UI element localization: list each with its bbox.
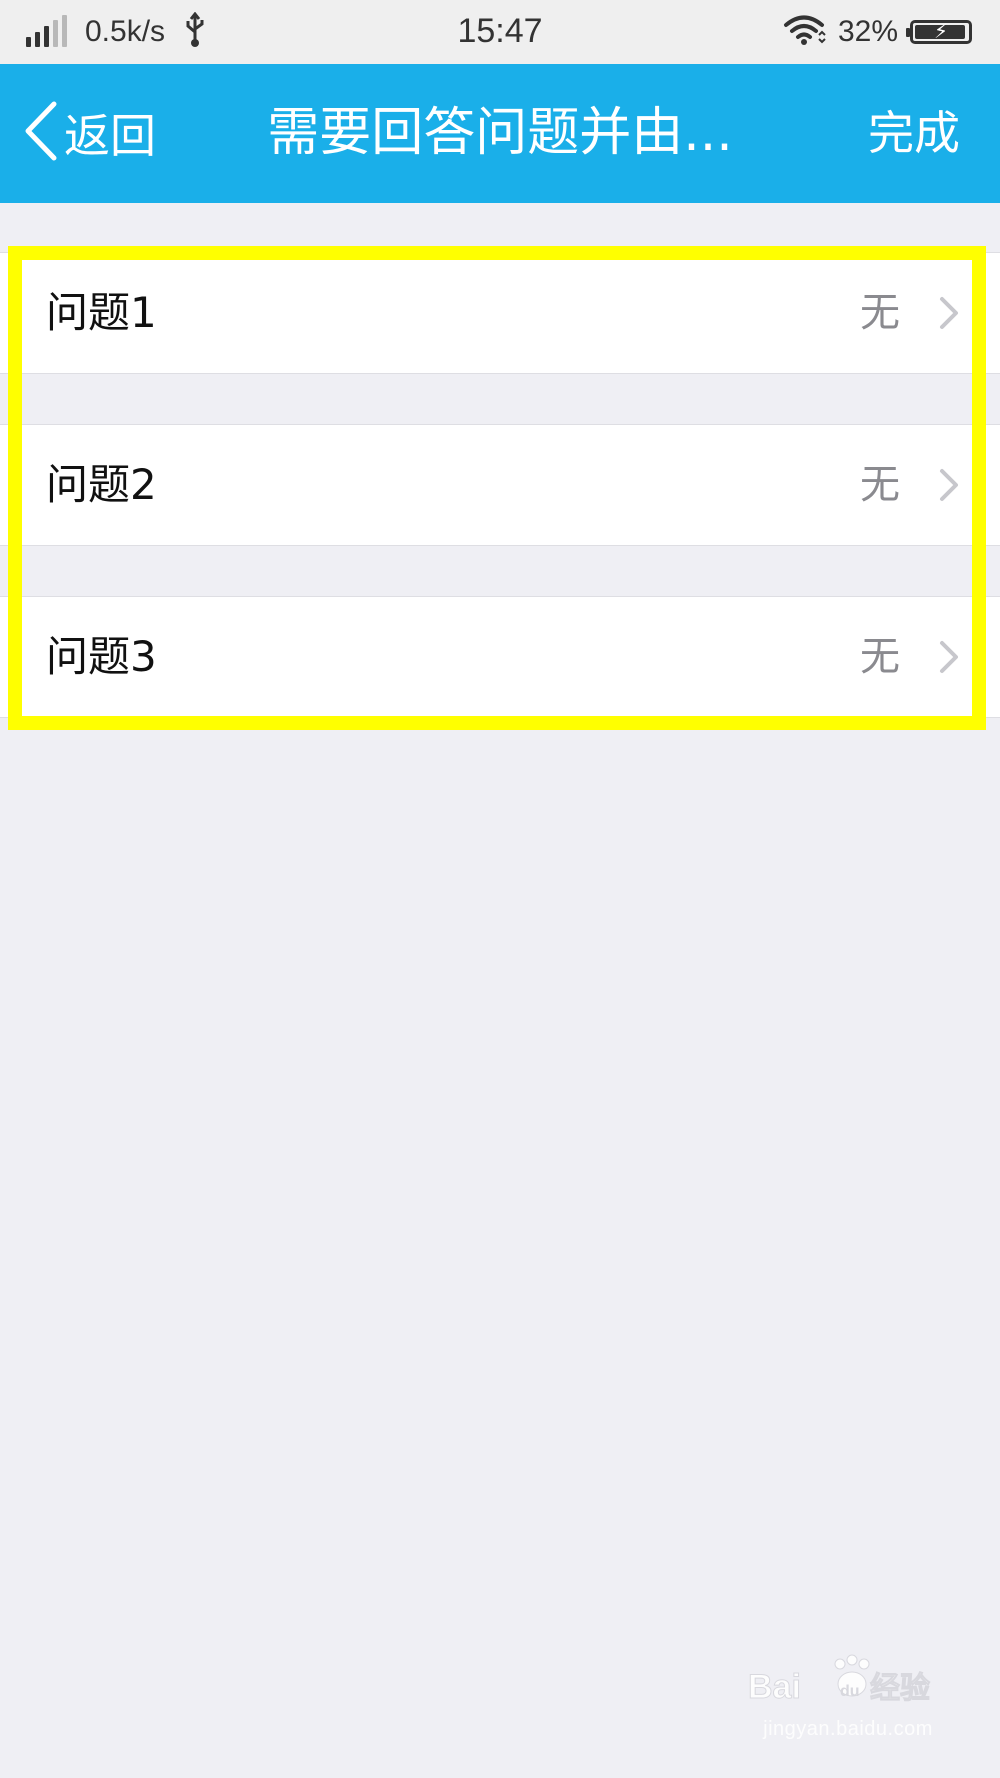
back-button-label: 返回 [64,109,156,163]
battery-charging-icon: ⚡ [906,19,972,44]
question-label: 问题1 [46,288,157,337]
list-item-question-1[interactable]: 问题1 无 [0,252,1000,374]
list-item-question-3[interactable]: 问题3 无 [0,596,1000,718]
question-value: 无 [860,290,900,336]
nav-bar: 返回 需要回答问题并由... 完成 [0,64,1000,203]
baidu-jingyan-logo: Bai 经验 du [748,1654,931,1707]
svg-text:du: du [840,1683,860,1700]
status-bar: 0.5k/s 15:47 32% ⚡ [0,0,1000,64]
question-label: 问题3 [46,632,157,681]
svg-text:Bai: Bai [748,1668,801,1706]
chevron-right-icon [936,295,962,331]
watermark-url: jingyan.baidu.com [763,1718,933,1740]
svg-text:经验: 经验 [870,1671,930,1705]
chevron-left-icon [22,100,60,166]
chevron-right-icon [936,639,962,675]
page-title: 需要回答问题并由... [267,103,733,163]
back-button[interactable]: 返回 [22,100,156,166]
battery-percent: 32% [837,15,898,48]
chevron-right-icon [936,467,962,503]
question-value: 无 [860,462,900,508]
list-item-question-2[interactable]: 问题2 无 [0,424,1000,546]
question-label: 问题2 [46,460,157,509]
wifi-icon [782,13,826,51]
question-value: 无 [860,634,900,680]
done-button[interactable]: 完成 [868,100,960,166]
baidu-jingyan-watermark: Bai 经验 du jingyan.baidu.com [748,1640,948,1750]
status-right: 32% ⚡ [782,10,980,54]
